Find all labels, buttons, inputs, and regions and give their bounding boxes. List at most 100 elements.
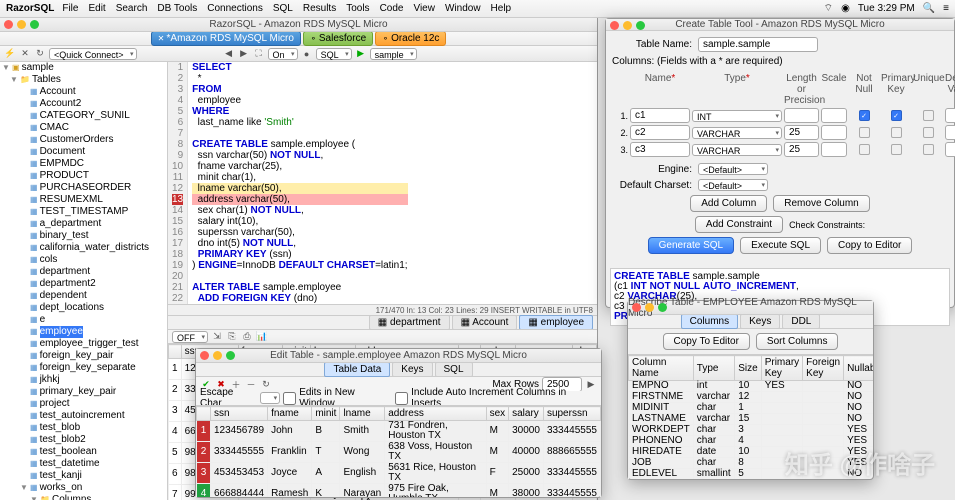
refresh-icon[interactable]: ↻ bbox=[260, 378, 272, 390]
generate-sql-button[interactable]: Generate SQL bbox=[648, 237, 734, 254]
tablename-input[interactable] bbox=[698, 37, 818, 52]
tree-table-item[interactable]: RESUMEXML bbox=[40, 194, 103, 206]
col-scale-input[interactable] bbox=[821, 142, 847, 157]
tree-table-item[interactable]: a_department bbox=[40, 218, 102, 230]
rtab-account[interactable]: ▦ Account bbox=[452, 315, 518, 330]
minimize-icon[interactable] bbox=[213, 351, 222, 360]
run-icon[interactable]: ▶ bbox=[355, 48, 367, 60]
tree-table-item[interactable]: california_water_districts bbox=[40, 242, 150, 254]
tree-table-item[interactable]: department bbox=[40, 266, 91, 278]
commit-icon[interactable]: ● bbox=[301, 48, 313, 60]
bluetooth-icon[interactable]: ⌔ bbox=[824, 2, 833, 15]
tree-tables[interactable]: Tables bbox=[32, 74, 61, 86]
unique-check[interactable] bbox=[923, 127, 934, 138]
col-scale-input[interactable] bbox=[821, 108, 847, 123]
menu-results[interactable]: Results bbox=[303, 3, 336, 14]
edit-tab-keys[interactable]: Keys bbox=[392, 362, 432, 377]
menu-connections[interactable]: Connections bbox=[207, 3, 263, 14]
tree-table-item[interactable]: CustomerOrders bbox=[40, 134, 114, 146]
tree-table-item[interactable]: employee bbox=[40, 326, 83, 338]
db-tree[interactable]: ▼▣sample ▼📁Tables ▦Account▦Account2▦CATE… bbox=[0, 62, 168, 500]
connect-icon[interactable]: ⚡ bbox=[4, 48, 16, 60]
print-icon[interactable]: ⎙ bbox=[241, 331, 253, 343]
autocommit-select[interactable]: On bbox=[268, 48, 298, 60]
tree-table-item[interactable]: Document bbox=[40, 146, 86, 158]
close-icon[interactable] bbox=[200, 351, 209, 360]
close-icon[interactable] bbox=[4, 20, 13, 29]
include-ai-check[interactable] bbox=[395, 392, 408, 405]
default-input[interactable] bbox=[945, 108, 955, 123]
pk-check[interactable]: ✓ bbox=[891, 110, 902, 121]
col-type-select[interactable]: VARCHAR bbox=[692, 127, 782, 139]
tree-table-item[interactable]: PRODUCT bbox=[40, 170, 89, 182]
conn-tab-oracle[interactable]: ⚬ Oracle 12c bbox=[375, 31, 446, 46]
quick-connect-select[interactable]: <Quick Connect> bbox=[49, 48, 137, 60]
menu-edit[interactable]: Edit bbox=[88, 3, 105, 14]
menu-file[interactable]: File bbox=[62, 3, 78, 14]
tree-table-item[interactable]: foreign_key_separate bbox=[40, 362, 136, 374]
pk-check[interactable] bbox=[891, 144, 902, 155]
tree-table-item[interactable]: Account2 bbox=[40, 98, 82, 110]
default-input[interactable] bbox=[945, 142, 955, 157]
add-constraint-button[interactable]: Add Constraint bbox=[695, 216, 783, 233]
tree-table-item[interactable]: test_kanji bbox=[40, 470, 82, 482]
tree-table-item[interactable]: dependent bbox=[40, 290, 87, 302]
col-type-select[interactable]: VARCHAR bbox=[692, 144, 782, 156]
zoom-icon[interactable] bbox=[636, 21, 645, 30]
charset-select[interactable]: <Default> bbox=[698, 179, 768, 191]
desc-copy-button[interactable]: Copy To Editor bbox=[663, 333, 750, 350]
lang-select[interactable]: SQL bbox=[316, 48, 352, 60]
escape-select[interactable] bbox=[260, 392, 280, 404]
tree-table-item[interactable]: TEST_TIMESTAMP bbox=[40, 206, 129, 218]
notnull-check[interactable] bbox=[859, 127, 870, 138]
tree-table-item[interactable]: cols bbox=[40, 254, 58, 266]
desc-grid[interactable]: Column NameTypeSizePrimary KeyForeign Ke… bbox=[628, 354, 873, 479]
menu-search[interactable]: Search bbox=[116, 3, 148, 14]
col-name-input[interactable] bbox=[630, 108, 690, 123]
tree-table-item[interactable]: Account bbox=[40, 86, 76, 98]
tree-table-item[interactable]: employee_trigger_test bbox=[40, 338, 139, 350]
menu-help[interactable]: Help bbox=[491, 3, 512, 14]
tree-table-item[interactable]: department2 bbox=[40, 278, 96, 290]
zoom-icon[interactable] bbox=[226, 351, 235, 360]
export-icon[interactable]: ⇲ bbox=[211, 331, 223, 343]
rtab-employee[interactable]: ▦ employee bbox=[519, 315, 593, 330]
unique-check[interactable] bbox=[923, 144, 934, 155]
col-scale-input[interactable] bbox=[821, 125, 847, 140]
close-icon[interactable] bbox=[610, 21, 619, 30]
fullscreen-icon[interactable]: ⛶ bbox=[253, 48, 265, 60]
conn-tab-rds[interactable]: ✕ *Amazon RDS MySQL Micro bbox=[151, 31, 301, 46]
filter-select[interactable]: OFF bbox=[172, 331, 208, 343]
unique-check[interactable] bbox=[923, 110, 934, 121]
col-type-select[interactable]: INT bbox=[692, 110, 782, 122]
tree-table-item[interactable]: PURCHASEORDER bbox=[40, 182, 132, 194]
execute-sql-button[interactable]: Execute SQL bbox=[740, 237, 821, 254]
copy-editor-button[interactable]: Copy to Editor bbox=[827, 237, 912, 254]
tree-table-item[interactable]: EMPMDC bbox=[40, 158, 84, 170]
wifi-icon[interactable]: ◉ bbox=[841, 3, 850, 14]
tree-table-item[interactable]: test_blob2 bbox=[40, 434, 86, 446]
tree-table-item[interactable]: test_autoincrement bbox=[40, 410, 125, 422]
tree-table-item[interactable]: primary_key_pair bbox=[40, 386, 117, 398]
sql-editor[interactable]: 12345678910111213141516171819202122 SELE… bbox=[168, 62, 597, 304]
engine-select[interactable]: <Default> bbox=[698, 163, 768, 175]
schema-select[interactable]: sample bbox=[370, 48, 417, 60]
edit-tab-data[interactable]: Table Data bbox=[324, 362, 390, 377]
menu-code[interactable]: Code bbox=[380, 3, 404, 14]
tree-table-item[interactable]: jkhkj bbox=[40, 374, 60, 386]
minimize-icon[interactable] bbox=[17, 20, 26, 29]
zoom-icon[interactable] bbox=[30, 20, 39, 29]
col-name-input[interactable] bbox=[630, 125, 690, 140]
nav-right-icon[interactable]: ▶ bbox=[238, 48, 250, 60]
rtab-department[interactable]: ▦ department bbox=[369, 315, 450, 330]
default-input[interactable] bbox=[945, 125, 955, 140]
menu-sql[interactable]: SQL bbox=[273, 3, 293, 14]
tree-table-item[interactable]: test_blob bbox=[40, 422, 81, 434]
close-icon[interactable] bbox=[632, 303, 641, 312]
tree-table-item[interactable]: works_on bbox=[40, 482, 83, 494]
tree-table-item[interactable]: dept_locations bbox=[40, 302, 105, 314]
col-len-input[interactable] bbox=[784, 108, 819, 123]
tree-table-item[interactable]: test_datetime bbox=[40, 458, 100, 470]
tree-table-item[interactable]: binary_test bbox=[40, 230, 89, 242]
nav-left-icon[interactable]: ◀ bbox=[223, 48, 235, 60]
